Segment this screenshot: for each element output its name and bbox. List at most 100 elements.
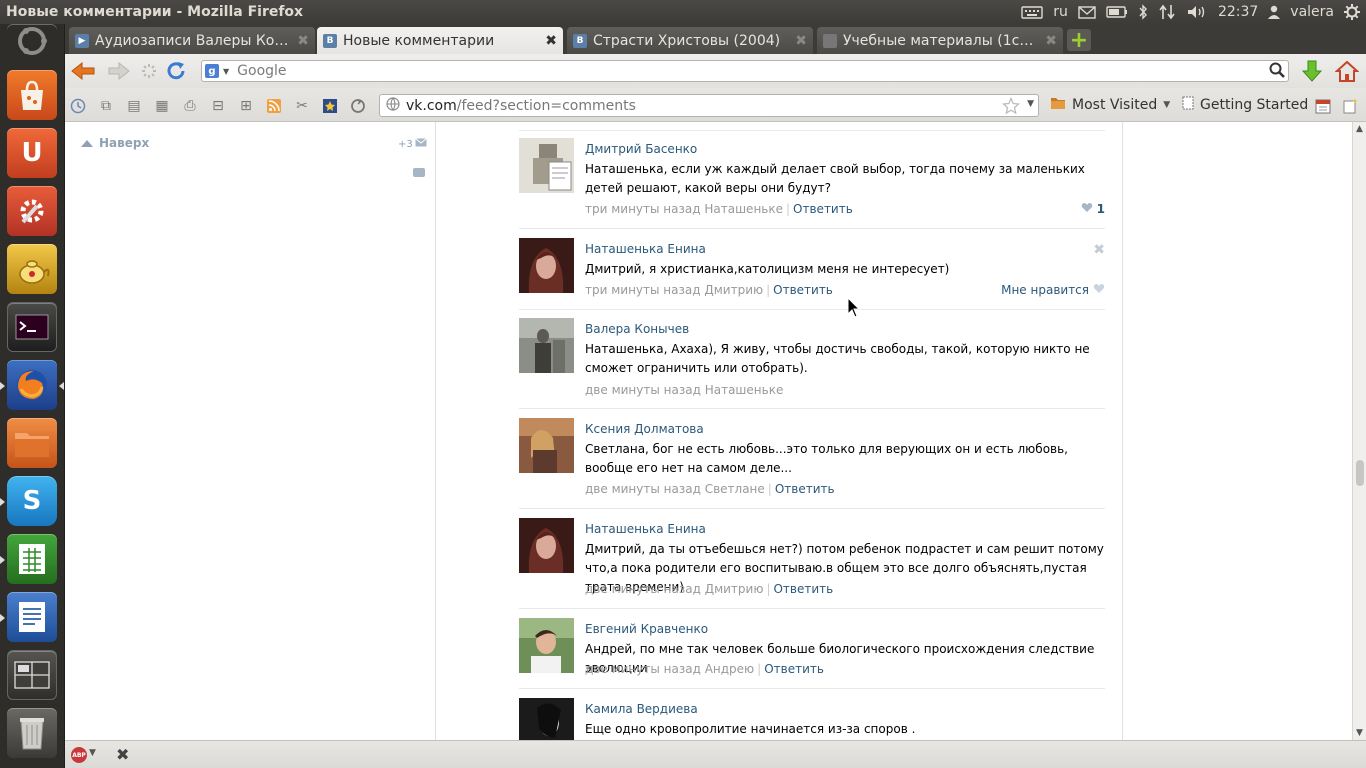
avatar[interactable]: [519, 238, 574, 293]
tab-study-materials[interactable]: Учебные материалы (1се… ✖: [817, 27, 1063, 54]
scroll-down-arrow-icon[interactable]: ▼: [1356, 728, 1363, 738]
comment-time[interactable]: две минуты назад: [585, 383, 701, 397]
comment-time[interactable]: две минуты назад: [585, 662, 701, 676]
new-page-icon[interactable]: [1342, 98, 1358, 114]
avatar[interactable]: [519, 698, 574, 740]
bluetooth-icon[interactable]: [1138, 4, 1148, 20]
files-icon[interactable]: [7, 418, 57, 468]
zoom-out-icon[interactable]: ⊟: [210, 98, 226, 114]
avatar[interactable]: [519, 618, 574, 673]
close-tab-icon[interactable]: ✖: [545, 33, 557, 49]
libreoffice-calc-icon[interactable]: [7, 534, 57, 584]
home-icon[interactable]: [1333, 57, 1361, 85]
zoom-in-icon[interactable]: ⊞: [238, 98, 254, 114]
like-button[interactable]: Мне нравится: [1001, 283, 1105, 297]
history-clock-icon[interactable]: [70, 98, 86, 114]
getting-started-bookmark[interactable]: Getting Started: [1182, 96, 1308, 114]
new-messages-indicator[interactable]: +3: [398, 138, 427, 150]
comment-time[interactable]: три минуты назад: [585, 283, 701, 297]
comment-recipient[interactable]: Дмитрию: [704, 283, 763, 297]
close-tab-icon[interactable]: ✖: [297, 33, 309, 49]
adblock-plus-icon[interactable]: ABP: [71, 747, 87, 763]
most-visited-bookmark[interactable]: Most Visited ▼: [1050, 96, 1170, 114]
close-tab-icon[interactable]: ✖: [1045, 33, 1057, 49]
forward-arrow-icon[interactable]: [105, 57, 133, 85]
rss-icon[interactable]: [266, 98, 282, 114]
ubuntu-dash-icon[interactable]: [7, 24, 57, 58]
comment-author[interactable]: Камила Вердиева: [585, 702, 698, 716]
new-tab-plus-icon[interactable]: +: [1067, 28, 1091, 53]
tab-audio[interactable]: ▶ Аудиозаписи Валеры Кон… ✖: [69, 27, 315, 54]
keyboard-layout[interactable]: ru: [1053, 4, 1068, 20]
comment-recipient[interactable]: Дмитрию: [705, 582, 764, 596]
reload-icon[interactable]: [162, 57, 190, 85]
workspace-switcher-icon[interactable]: [7, 650, 57, 700]
firefox-icon[interactable]: [7, 360, 57, 410]
user-icon[interactable]: [1268, 5, 1281, 19]
comment-author[interactable]: Ксения Долматова: [585, 422, 704, 436]
delete-comment-icon[interactable]: ✖: [1093, 242, 1105, 258]
reply-link[interactable]: Ответить: [764, 662, 824, 676]
clock[interactable]: 22:37: [1218, 4, 1258, 20]
comment-time[interactable]: три минуты назад: [585, 202, 701, 216]
comment-author[interactable]: Наташенька Енина: [585, 522, 706, 536]
avatar[interactable]: [519, 518, 574, 573]
engine-dropdown-icon[interactable]: ▼: [223, 67, 229, 76]
calendar-icon[interactable]: [1315, 98, 1331, 114]
close-addon-bar-icon[interactable]: ✖: [116, 745, 129, 764]
battery-icon[interactable]: [1106, 6, 1128, 18]
software-center-icon[interactable]: [7, 70, 57, 120]
comment-author[interactable]: Наташенька Енина: [585, 242, 706, 256]
network-icon[interactable]: [1158, 4, 1176, 20]
back-arrow-icon[interactable]: [69, 57, 97, 85]
tab-passion[interactable]: B Страсти Христовы (2004) ✖: [567, 27, 813, 54]
terminal-icon[interactable]: [7, 302, 57, 352]
url-bar[interactable]: vk.com/feed?section=comments ▼: [379, 94, 1039, 117]
ubuntu-one-icon[interactable]: U: [7, 128, 57, 178]
site-identity-globe-icon[interactable]: [386, 96, 400, 115]
bookmark-star-outline-icon[interactable]: [1001, 96, 1021, 118]
paste-icon[interactable]: ▤: [126, 98, 142, 114]
comment-recipient[interactable]: Андрею: [705, 662, 754, 676]
url-history-dropdown-icon[interactable]: ▼: [1027, 99, 1034, 109]
google-engine-icon[interactable]: g: [205, 64, 219, 78]
avatar[interactable]: [519, 138, 574, 193]
chat-bubble-icon[interactable]: [413, 168, 425, 177]
user-name[interactable]: valera: [1290, 4, 1334, 20]
copy-icon[interactable]: ⧉: [98, 98, 114, 114]
comment-time[interactable]: две минуты назад: [585, 482, 701, 496]
system-settings-icon[interactable]: [7, 186, 57, 236]
session-gear-icon[interactable]: [1344, 4, 1360, 20]
mail-icon[interactable]: [1078, 5, 1096, 19]
scroll-up-arrow-icon[interactable]: ▲: [1356, 124, 1363, 134]
print-icon[interactable]: ⎙: [182, 98, 198, 114]
reply-link[interactable]: Ответить: [773, 582, 833, 596]
comment-time[interactable]: две минуты назад: [585, 582, 701, 596]
comment-recipient[interactable]: Наташеньке: [705, 383, 784, 397]
downloads-arrow-icon[interactable]: [1298, 57, 1326, 85]
tab-new-comments[interactable]: B Новые комментарии ✖: [317, 27, 563, 54]
reply-link[interactable]: Ответить: [773, 283, 833, 297]
reply-link[interactable]: Ответить: [775, 482, 835, 496]
volume-icon[interactable]: [1186, 4, 1208, 20]
keyboard-icon[interactable]: [1021, 5, 1043, 19]
bookmark-star-icon[interactable]: [322, 98, 338, 114]
close-tab-icon[interactable]: ✖: [795, 33, 807, 49]
skype-icon[interactable]: S: [7, 476, 57, 526]
page-scrollbar[interactable]: ▲ ▼: [1352, 122, 1366, 740]
scroll-to-top-link[interactable]: Наверх: [81, 136, 149, 150]
search-input[interactable]: Google: [237, 63, 1269, 79]
tabs-grid-icon[interactable]: ▦: [154, 98, 170, 114]
avatar[interactable]: [519, 418, 574, 473]
avatar[interactable]: [519, 318, 574, 373]
search-magnifier-icon[interactable]: [1269, 62, 1285, 81]
comment-author[interactable]: Дмитрий Басенко: [585, 142, 697, 156]
sync-icon[interactable]: [350, 98, 366, 114]
comment-author[interactable]: Валера Конычев: [585, 322, 689, 336]
reply-link[interactable]: Ответить: [793, 202, 853, 216]
search-bar[interactable]: g ▼ Google: [201, 60, 1289, 82]
adblock-dropdown-icon[interactable]: ▼: [89, 748, 96, 758]
comment-author[interactable]: Евгений Кравченко: [585, 622, 708, 636]
teapot-app-icon[interactable]: [7, 244, 57, 294]
like-button[interactable]: 1: [1081, 202, 1105, 216]
